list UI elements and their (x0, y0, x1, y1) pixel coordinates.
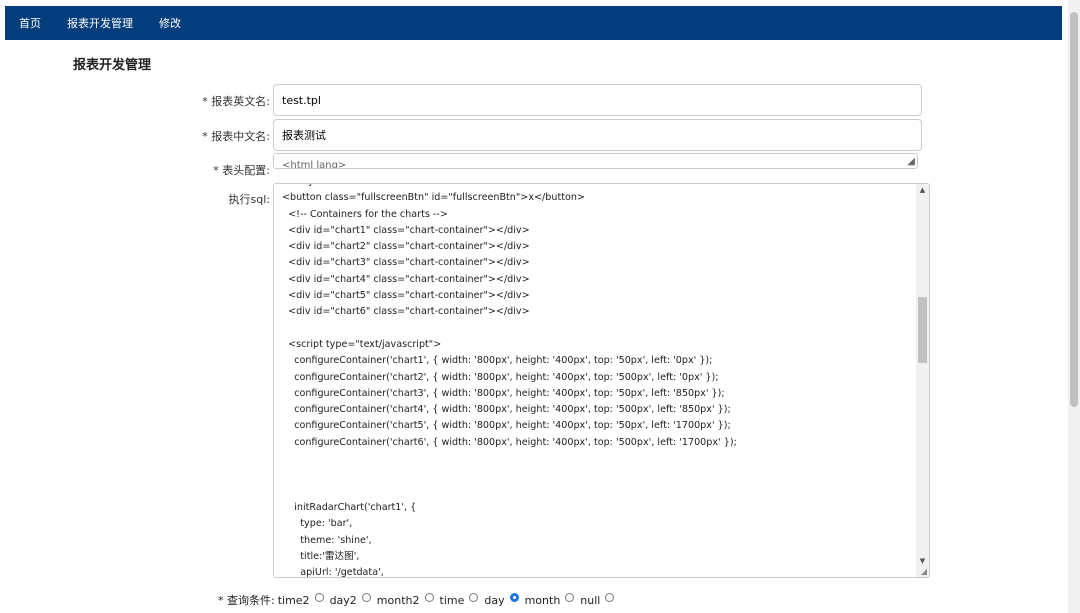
code-line: configureContainer('chart6', { width: '8… (282, 436, 737, 448)
scroll-down-icon[interactable]: ▼ (916, 557, 929, 565)
query-option-label: null (580, 593, 601, 607)
radio-day[interactable] (509, 592, 519, 602)
header-config-label: * 表头配置: (213, 164, 270, 177)
sql-textarea[interactable]: <body> <button class="fullscreenBtn" id="… (273, 183, 930, 578)
cn-name-label: * 报表中文名: (202, 130, 270, 143)
page-title: 报表开发管理 (73, 58, 152, 73)
code-line: <div id="chart3" class="chart-container"… (282, 257, 530, 269)
en-name-label: * 报表英文名: (202, 95, 270, 108)
sql-scrollbar[interactable]: ▲ ▼ (916, 184, 929, 577)
header-config-textarea[interactable]: <html lang> ◢ (273, 153, 918, 169)
code-line: configureContainer('chart1', { width: '8… (282, 355, 713, 367)
sql-content: <body> <button class="fullscreenBtn" id="… (282, 184, 913, 578)
code-line: <body> (282, 184, 913, 190)
radio-day2[interactable] (361, 592, 371, 602)
scrollbar-thumb[interactable] (918, 297, 927, 363)
query-option-label: day (484, 593, 505, 607)
scroll-up-icon[interactable]: ▲ (916, 186, 929, 194)
page-scrollbar-thumb[interactable] (1070, 12, 1078, 407)
radio-month2[interactable] (424, 592, 434, 602)
page-scrollbar[interactable] (1068, 0, 1080, 613)
radio-null[interactable] (605, 592, 615, 602)
query-option-label: month2 (376, 593, 420, 607)
code-line: <script type="text/javascript"> (282, 338, 442, 350)
code-line: <button class="fullscreenBtn" id="fullsc… (282, 192, 585, 204)
resize-grip-icon[interactable]: ◢ (921, 567, 927, 576)
query-conditions: * 查询条件: time2 day2 month2 time day month null (218, 592, 620, 608)
query-label: * 查询条件: (218, 594, 275, 607)
radio-time2[interactable] (314, 592, 324, 602)
code-line: configureContainer('chart5', { width: '8… (282, 420, 731, 432)
nav-home[interactable]: 首页 (19, 15, 41, 31)
radio-month[interactable] (565, 592, 575, 602)
resize-grip-icon[interactable]: ◢ (907, 156, 915, 167)
nav-edit[interactable]: 修改 (159, 15, 181, 31)
query-option-label: time (439, 593, 465, 607)
code-line: <div id="chart5" class="chart-container"… (282, 290, 530, 302)
code-line: configureContainer('chart2', { width: '8… (282, 371, 719, 383)
code-line: initRadarChart('chart1', { (282, 501, 417, 513)
code-line: title:'雷达图', (282, 550, 360, 562)
code-line: configureContainer('chart4', { width: '8… (282, 404, 731, 416)
query-option-label: month (524, 593, 561, 607)
header-config-value: <html lang> (282, 160, 347, 169)
nav-report-dev[interactable]: 报表开发管理 (67, 15, 133, 31)
code-line: apiUrl: '/getdata', (282, 567, 384, 578)
code-line: type: 'bar', (282, 518, 353, 530)
top-navbar: 首页 报表开发管理 修改 (5, 6, 1062, 40)
sql-label: 执行sql: (228, 193, 270, 206)
query-option-label: day2 (329, 593, 357, 607)
query-option-label: time2 (277, 593, 310, 607)
code-line: <div id="chart1" class="chart-container"… (282, 224, 530, 236)
en-name-input[interactable] (273, 84, 922, 116)
code-line: <div id="chart4" class="chart-container"… (282, 273, 530, 285)
code-line: <!-- Containers for the charts --> (282, 208, 448, 220)
code-line: <div id="chart2" class="chart-container"… (282, 241, 530, 253)
code-line: configureContainer('chart3', { width: '8… (282, 387, 725, 399)
radio-time[interactable] (469, 592, 479, 602)
cn-name-input[interactable] (273, 119, 922, 151)
code-line: <div id="chart6" class="chart-container"… (282, 306, 530, 318)
code-line: theme: 'shine', (282, 534, 372, 546)
